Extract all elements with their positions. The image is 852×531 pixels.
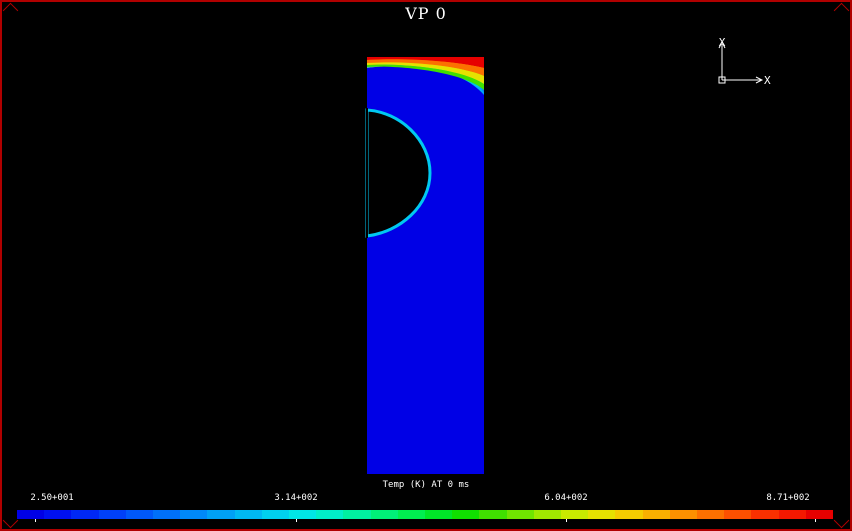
- colorbar-swatch: [343, 510, 371, 519]
- colorbar-swatch: [697, 510, 725, 519]
- colorbar-swatch: [533, 510, 562, 519]
- colorbar-swatch: [805, 510, 834, 519]
- colorbar-swatch: [289, 510, 317, 519]
- colorbar-tick: [296, 519, 297, 522]
- colorbar-swatch: [642, 510, 670, 519]
- colorbar-swatch: [479, 510, 507, 519]
- colorbar: [17, 510, 834, 519]
- colorbar-swatch: [261, 510, 290, 519]
- triad-vertical-label: X: [719, 36, 726, 49]
- colorbar-label-min: 2.50+001: [30, 493, 74, 503]
- colorbar-swatch: [44, 510, 72, 519]
- colorbar-swatch: [452, 510, 480, 519]
- colorbar-swatch: [370, 510, 398, 519]
- colorbar-swatch: [425, 510, 453, 519]
- result-caption: Temp (K) AT 0 ms: [382, 480, 470, 490]
- colorbar-tick: [815, 519, 816, 522]
- colorbar-swatch: [669, 510, 698, 519]
- colorbar-swatch: [397, 510, 426, 519]
- colorbar-swatch: [751, 510, 779, 519]
- colorbar-swatch: [125, 510, 154, 519]
- colorbar-swatch: [234, 510, 262, 519]
- colorbar-swatch: [207, 510, 235, 519]
- colorbar-swatch: [615, 510, 643, 519]
- colorbar-swatch: [724, 510, 752, 519]
- colorbar-label-2: 3.14+002: [274, 493, 318, 503]
- colorbar-tick: [566, 519, 567, 522]
- colorbar-label-max: 8.71+002: [766, 493, 810, 503]
- colorbar-swatch: [506, 510, 534, 519]
- colorbar-swatch: [588, 510, 616, 519]
- colorbar-labels: 2.50+001 3.14+002 6.04+002 8.71+002: [0, 493, 852, 505]
- colorbar-label-3: 6.04+002: [544, 493, 588, 503]
- triad-horizontal-label: X: [764, 74, 771, 87]
- colorbar-swatch: [98, 510, 126, 519]
- colorbar-swatch: [316, 510, 344, 519]
- axis-triad: X X: [718, 36, 771, 87]
- colorbar-swatch: [180, 510, 208, 519]
- colorbar-swatch: [778, 510, 806, 519]
- colorbar-swatch: [561, 510, 589, 519]
- colorbar-swatch: [71, 510, 99, 519]
- colorbar-swatch: [153, 510, 181, 519]
- colorbar-swatch: [17, 510, 45, 519]
- colorbar-tick: [35, 519, 36, 522]
